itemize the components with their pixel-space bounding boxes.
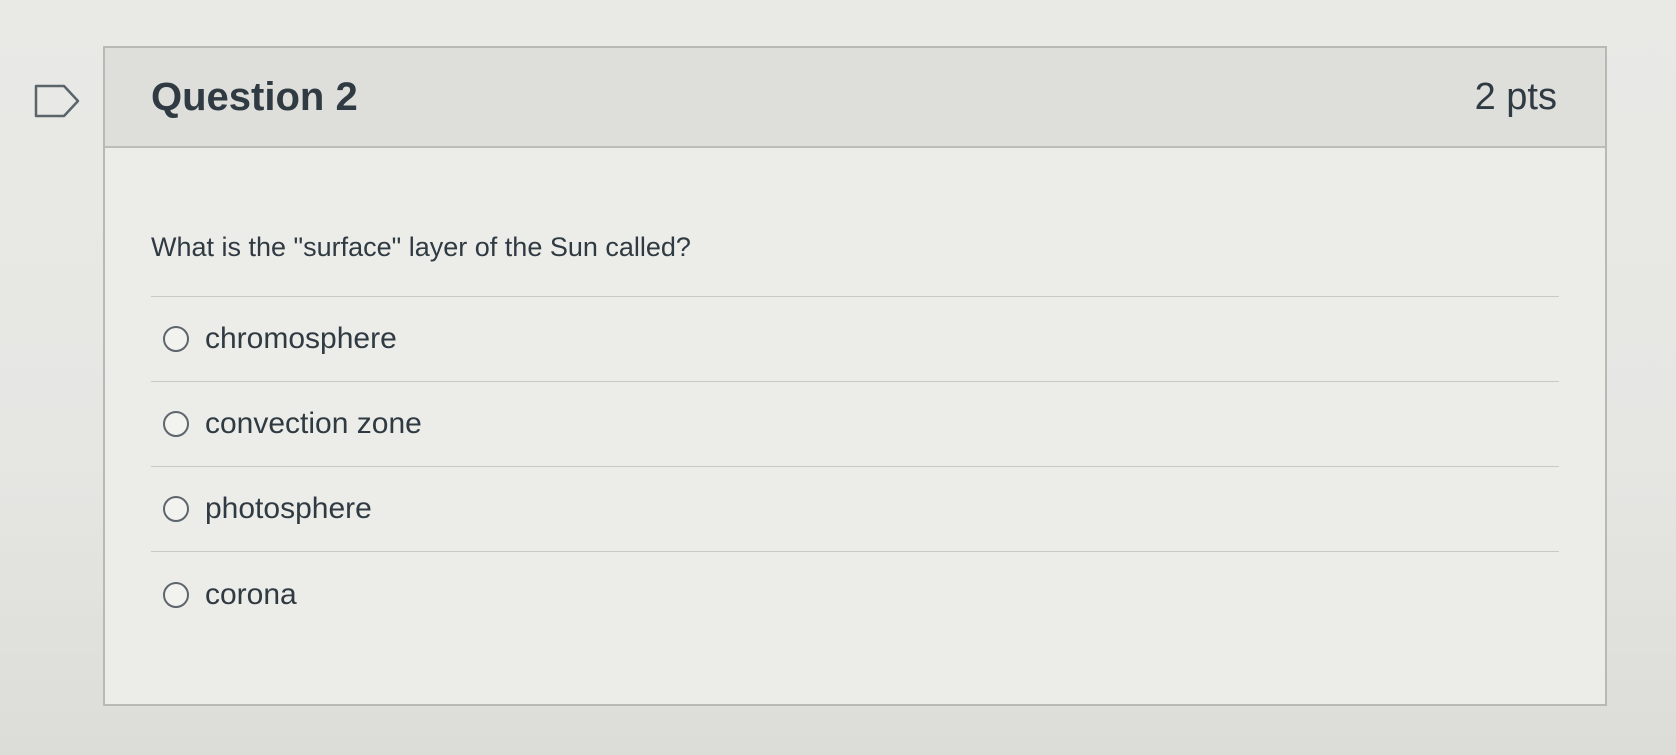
radio-button[interactable]: [163, 581, 189, 608]
question-title: Question 2: [151, 74, 358, 119]
radio-button[interactable]: [163, 411, 189, 437]
question-text: What is the "surface" layer of the Sun c…: [151, 232, 691, 262]
answer-list: chromosphere convection zone photosphere…: [151, 296, 1559, 637]
answer-option-convection-zone[interactable]: convection zone: [151, 382, 1559, 467]
answer-label[interactable]: convection zone: [205, 407, 422, 441]
question-header: Question 2 2 pts: [105, 48, 1605, 148]
flag-question-icon[interactable]: [34, 84, 80, 118]
answer-option-corona[interactable]: corona: [151, 552, 1559, 637]
answer-option-photosphere[interactable]: photosphere: [151, 467, 1559, 552]
answer-label[interactable]: chromosphere: [205, 322, 397, 356]
radio-button[interactable]: [163, 496, 189, 522]
radio-button[interactable]: [163, 326, 189, 352]
answer-label[interactable]: photosphere: [205, 492, 372, 526]
answer-option-chromosphere[interactable]: chromosphere: [151, 297, 1559, 382]
question-body: What is the "surface" layer of the Sun c…: [105, 148, 1605, 637]
answer-label[interactable]: corona: [205, 578, 297, 612]
question-card: Question 2 2 pts What is the "surface" l…: [103, 46, 1607, 706]
flag-icon: [34, 84, 80, 118]
question-points: 2 pts: [1474, 75, 1557, 118]
